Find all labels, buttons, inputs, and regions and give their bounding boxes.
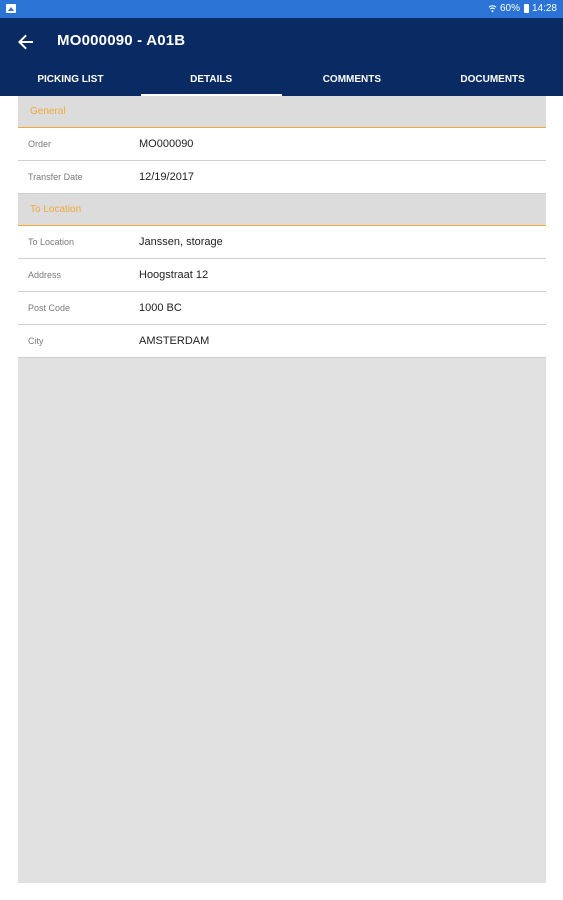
field-label: City — [28, 336, 44, 346]
status-bar: 60% 14:28 — [0, 0, 563, 18]
detail-row-address: Address Hoogstraat 12 — [18, 259, 546, 292]
detail-row-order: Order MO000090 — [18, 128, 546, 161]
tab-bar: PICKING LIST DETAILS COMMENTS DOCUMENTS — [0, 66, 563, 96]
details-content: General Order MO000090 Transfer Date 12/… — [18, 96, 546, 883]
field-value: Hoogstraat 12 — [139, 269, 209, 281]
status-indicators: 60% 14:28 — [488, 3, 557, 14]
section-header-general: General — [18, 96, 546, 128]
detail-row-to-location: To Location Janssen, storage — [18, 226, 546, 259]
battery-icon — [523, 4, 529, 13]
tab-details[interactable]: DETAILS — [140, 66, 282, 96]
app-bar: MO000090 - A01B PICKING LIST DETAILS COM… — [0, 18, 563, 96]
tab-picking-list[interactable]: PICKING LIST — [0, 66, 141, 96]
field-label: To Location — [28, 237, 75, 247]
field-label: Order — [28, 139, 52, 149]
wifi-icon — [488, 4, 497, 12]
field-value: MO000090 — [139, 138, 194, 150]
detail-row-city: City AMSTERDAM — [18, 325, 546, 358]
section-header-to-location: To Location — [18, 194, 546, 226]
clock: 14:28 — [531, 3, 557, 14]
field-label: Address — [28, 270, 62, 280]
field-label: Transfer Date — [28, 172, 83, 182]
gallery-notification-icon — [6, 4, 16, 13]
tab-comments[interactable]: COMMENTS — [282, 66, 423, 96]
detail-row-post-code: Post Code 1000 BC — [18, 292, 546, 325]
field-value: Janssen, storage — [139, 236, 223, 248]
battery-percent: 60% — [499, 3, 520, 14]
detail-row-transfer-date: Transfer Date 12/19/2017 — [18, 161, 546, 194]
field-value: AMSTERDAM — [139, 335, 210, 347]
back-arrow-icon[interactable] — [14, 30, 38, 54]
page-title: MO000090 - A01B — [57, 32, 186, 49]
tab-documents[interactable]: DOCUMENTS — [422, 66, 563, 96]
field-value: 12/19/2017 — [139, 171, 195, 183]
field-value: 1000 BC — [139, 302, 182, 314]
field-label: Post Code — [28, 303, 71, 313]
